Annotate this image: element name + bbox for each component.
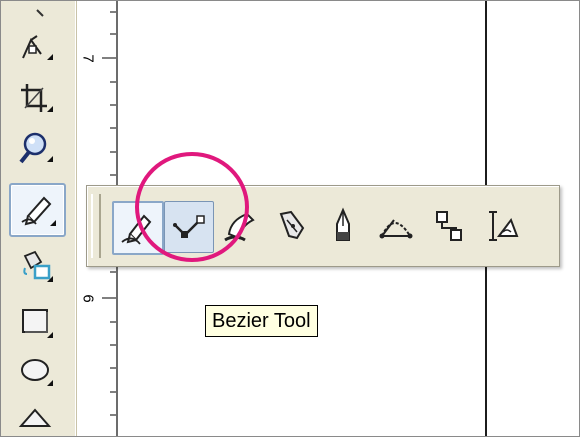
- artistic-media-tool-flyout-button[interactable]: [217, 201, 265, 251]
- crop-icon: [21, 84, 53, 112]
- artistic-media-icon: [224, 212, 255, 242]
- zoom-tool-button[interactable]: [8, 128, 62, 168]
- pen-tool-flyout-button[interactable]: [267, 201, 315, 251]
- shape-tool-button[interactable]: [8, 28, 62, 68]
- bezier-icon: [173, 215, 205, 238]
- shape-node-icon: [22, 35, 53, 60]
- dimension-icon: [489, 211, 519, 241]
- smart-fill-icon: [23, 250, 53, 282]
- polygon-icon: [18, 408, 52, 427]
- freehand-tool-button[interactable]: [9, 183, 66, 237]
- bezier-tool-tooltip: Bezier Tool: [205, 305, 318, 337]
- curve-flyout-toolbar: [86, 185, 560, 267]
- three-point-curve-icon: [379, 219, 413, 239]
- pen-nib-icon: [279, 210, 305, 240]
- smart-fill-tool-button[interactable]: [8, 246, 62, 286]
- three-point-curve-tool-flyout-button[interactable]: [372, 201, 420, 251]
- freehand-tool-flyout-button[interactable]: [112, 201, 164, 255]
- flyout-grip[interactable]: [91, 194, 101, 258]
- polyline-tool-flyout-button[interactable]: [319, 201, 367, 251]
- bezier-tool-flyout-button[interactable]: [164, 201, 214, 253]
- freehand-icon: [121, 214, 152, 245]
- ruler-label-6: 6: [79, 294, 97, 303]
- polyline-icon: [336, 207, 350, 241]
- connector-tool-flyout-button[interactable]: [425, 201, 473, 251]
- crop-tool-button[interactable]: [8, 78, 62, 118]
- toolbox: [0, 0, 77, 437]
- ellipse-tool-button[interactable]: [8, 350, 62, 390]
- magnifier-icon: [19, 132, 53, 164]
- corel-draw-workspace: 7 6 Bezier Tool: [0, 0, 580, 437]
- freehand-pen-icon: [20, 196, 56, 226]
- ellipse-icon: [21, 359, 53, 386]
- rectangle-icon: [22, 309, 53, 338]
- polygon-tool-button[interactable]: [8, 400, 62, 437]
- connector-icon: [436, 211, 462, 241]
- dimension-tool-flyout-button[interactable]: [477, 201, 525, 251]
- tool-partial-top[interactable]: [8, 0, 62, 26]
- ruler-label-7: 7: [79, 54, 97, 63]
- curve-icon: [36, 9, 44, 17]
- rectangle-tool-button[interactable]: [8, 302, 62, 342]
